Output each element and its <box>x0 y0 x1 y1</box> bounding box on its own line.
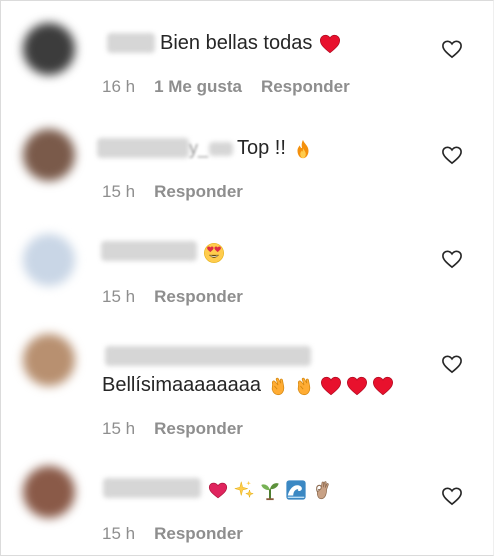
reply-button[interactable]: Responder <box>154 287 243 307</box>
comments-panel: Bien bellas todas 16 h 1 Me gusta Respon… <box>0 0 494 556</box>
red-heart-icon <box>346 376 367 395</box>
heart-eyes-icon <box>204 242 224 263</box>
username-blurred[interactable] <box>103 478 201 498</box>
username-fragment: y_ <box>189 138 209 158</box>
comment-meta: 15 h Responder <box>102 182 243 202</box>
avatar[interactable] <box>23 234 75 286</box>
like-heart-icon[interactable] <box>441 145 463 165</box>
reply-button[interactable]: Responder <box>154 419 243 439</box>
like-heart-icon[interactable] <box>441 249 463 269</box>
reply-button[interactable]: Responder <box>261 77 350 97</box>
comment-meta: 15 h Responder <box>102 524 243 544</box>
username-blurred[interactable] <box>101 241 197 261</box>
clapping-hands-icon <box>297 377 310 395</box>
avatar[interactable] <box>23 23 75 75</box>
water-wave-icon <box>286 480 306 500</box>
ok-hand-icon <box>316 480 329 499</box>
comment-text-container: Bien bellas todas <box>160 31 341 55</box>
comment-text-container: Top !! <box>237 136 314 160</box>
red-heart-icon <box>372 376 393 395</box>
username-blurred[interactable] <box>209 142 233 156</box>
avatar[interactable] <box>23 334 75 386</box>
like-heart-icon[interactable] <box>441 39 463 59</box>
timestamp: 15 h <box>102 419 136 438</box>
heart-icon <box>208 482 228 498</box>
comment-meta: 15 h Responder <box>102 287 243 307</box>
timestamp: 15 h <box>102 524 136 543</box>
comment-text: Top !! <box>237 137 286 159</box>
comment-text-container <box>202 240 225 264</box>
red-heart-icon <box>320 376 341 395</box>
likes-count[interactable]: 1 Me gusta <box>154 77 242 97</box>
avatar[interactable] <box>23 129 75 181</box>
clapping-hands-icon <box>271 377 284 395</box>
sparkles-icon <box>233 480 254 498</box>
timestamp: 15 h <box>102 182 136 201</box>
comment-text-container <box>206 477 333 501</box>
username-blurred[interactable] <box>97 138 189 158</box>
reply-button[interactable]: Responder <box>154 524 243 544</box>
username-blurred[interactable] <box>107 33 155 53</box>
username-blurred[interactable] <box>105 346 311 366</box>
like-heart-icon[interactable] <box>441 354 463 374</box>
seedling-icon <box>261 482 279 500</box>
like-heart-icon[interactable] <box>441 486 463 506</box>
red-heart-icon <box>319 34 340 53</box>
reply-button[interactable]: Responder <box>154 182 243 202</box>
comment-text-container: Bellísimaaaaaaaa <box>102 373 394 397</box>
comment-meta: 16 h 1 Me gusta Responder <box>102 77 350 97</box>
fire-icon <box>297 139 309 158</box>
avatar[interactable] <box>23 466 75 518</box>
comment-text: Bien bellas todas <box>160 32 313 54</box>
timestamp: 16 h <box>102 77 136 96</box>
comment-meta: 15 h Responder <box>102 419 243 439</box>
timestamp: 15 h <box>102 287 136 306</box>
comment-text: Bellísimaaaaaaaa <box>102 374 261 396</box>
